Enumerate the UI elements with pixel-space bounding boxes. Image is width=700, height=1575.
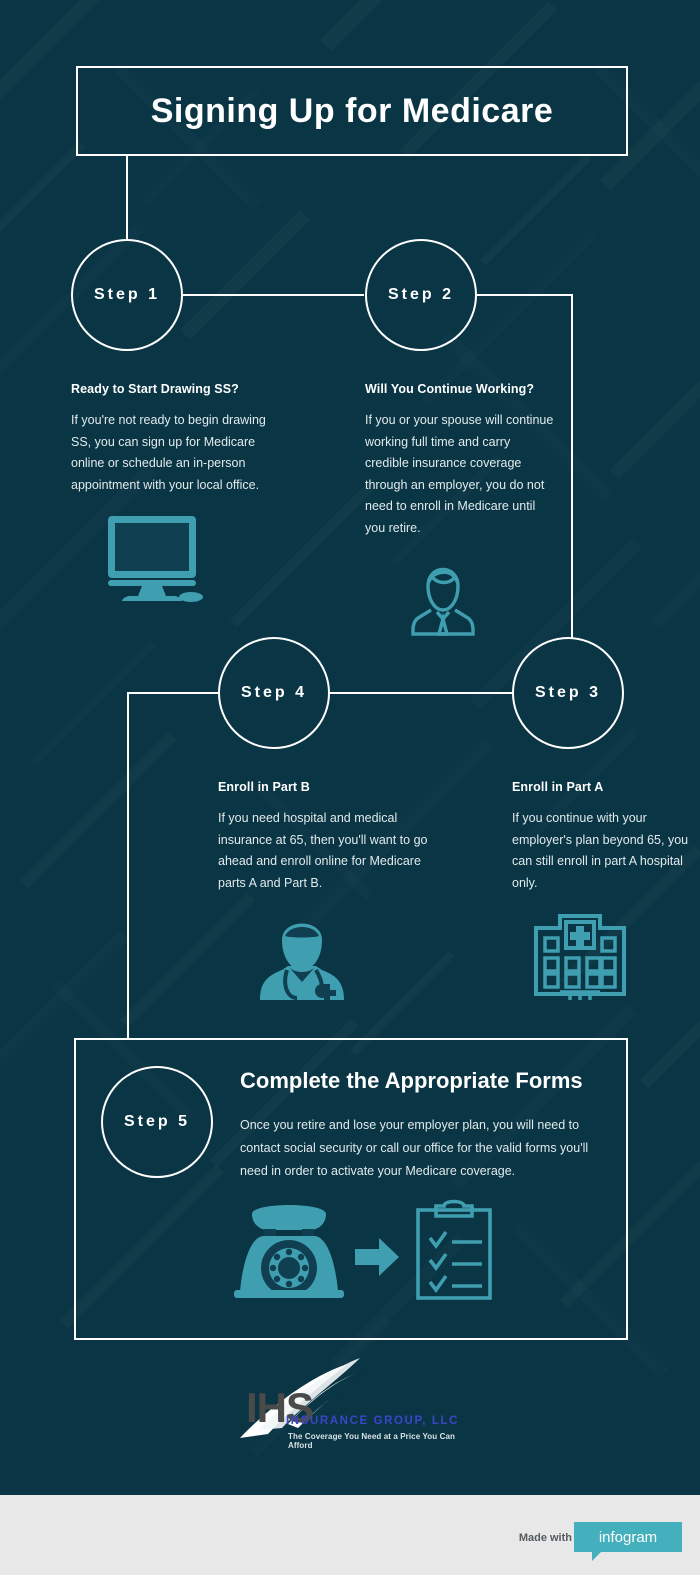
infogram-badge[interactable]: infogram xyxy=(574,1522,682,1561)
step-3-block: Enroll in Part A If you continue with yo… xyxy=(512,780,692,894)
step-4-badge: Step 4 xyxy=(240,684,307,701)
step-5-body: Once you retire and lose your employer p… xyxy=(240,1118,589,1178)
step-4-block: Enroll in Part B If you need hospital an… xyxy=(218,780,428,894)
page-title: Signing Up for Medicare xyxy=(150,91,554,130)
step-2-badge: Step 2 xyxy=(387,286,454,303)
step-3-body: If you continue with your employer's pla… xyxy=(512,811,689,890)
logo-tagline: The Coverage You Need at a Price You Can… xyxy=(288,1432,456,1450)
footer-made-with-label: Made with xyxy=(518,1532,572,1544)
hospital-building-icon xyxy=(534,914,626,1000)
step-4-body: If you need hospital and medical insuran… xyxy=(218,811,428,890)
arrow-right-icon xyxy=(355,1238,399,1276)
company-logo: IHS INSURANCE GROUP, LLC The Coverage Yo… xyxy=(228,1352,478,1452)
step-1-body: If you're not ready to begin drawing SS,… xyxy=(71,413,266,492)
step-1-block: Ready to Start Drawing SS? If you're not… xyxy=(71,382,271,496)
step-5-heading: Complete the Appropriate Forms xyxy=(240,1068,583,1093)
step-2-heading: Will You Continue Working? xyxy=(365,382,535,396)
step-3-badge: Step 3 xyxy=(534,684,601,701)
step-2-body: If you or your spouse will continue work… xyxy=(365,413,554,535)
step-1-badge: Step 1 xyxy=(93,286,160,303)
logo-company-name: INSURANCE GROUP, LLC xyxy=(286,1415,459,1427)
clipboard-checklist-icon xyxy=(416,1199,492,1300)
step-1-heading: Ready to Start Drawing SS? xyxy=(71,382,239,396)
desktop-computer-icon xyxy=(108,516,203,602)
page-title-box: Signing Up for Medicare xyxy=(76,66,628,156)
step-4-heading: Enroll in Part B xyxy=(218,780,310,794)
doctor-icon xyxy=(260,923,344,1000)
step-3-heading: Enroll in Part A xyxy=(512,780,604,794)
telephone-icon xyxy=(234,1205,344,1298)
step-2-block: Will You Continue Working? If you or you… xyxy=(365,382,555,539)
businessman-icon xyxy=(411,568,475,636)
infogram-badge-label: infogram xyxy=(598,1528,658,1546)
infographic-root: Signing Up for Medicare Step 1 Step 2 St… xyxy=(0,0,700,1575)
